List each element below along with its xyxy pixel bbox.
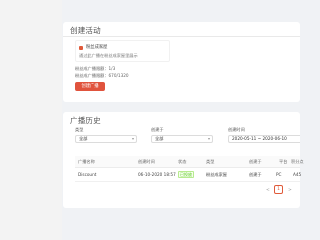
broadcast-history-card: 广播历史 类型 全部 ▾ 创建于 全部 ▾ 创建时间 2020-05-11 ~ …: [63, 112, 304, 208]
type-filter-value: 全部: [79, 136, 88, 141]
column-header: 平台: [279, 159, 288, 164]
time-filter-label: 创建时间: [228, 127, 245, 132]
history-section-title: 广播历史: [70, 116, 101, 125]
table-header: 广播名称 创建时间 状态 类型 创建于 平台 积分点: [75, 156, 304, 168]
pagination-next-button[interactable]: >: [288, 188, 292, 193]
type-filter-label: 类型: [75, 127, 84, 132]
column-header: 积分点: [291, 159, 304, 164]
column-header: 广播名称: [78, 159, 95, 164]
time-range-value: 2020-05-11 ~ 2020-06-10: [232, 136, 287, 141]
campaign-name: 粉丝成家屋: [86, 45, 108, 50]
creator-filter-value: 全部: [155, 136, 164, 141]
create-activity-card: 创建活动 粉丝成家屋 通过此广播在粉丝成家屋里展示 粉丝成广播限额：1/3 粉丝…: [63, 22, 300, 102]
creator-filter-label: 创建于: [151, 127, 164, 132]
time-range-picker[interactable]: 2020-05-11 ~ 2020-06-10: [228, 135, 300, 143]
column-header: 状态: [178, 159, 187, 164]
column-header: 创建于: [249, 159, 262, 164]
limit-line-2: 粉丝成广播限额：670/1320: [75, 73, 129, 78]
broadcast-name-cell: Discount: [78, 172, 97, 177]
status-badge: 已投放: [178, 171, 194, 178]
pagination-current-page[interactable]: 1: [274, 185, 283, 194]
divider: [63, 36, 300, 37]
created-in-cell: 创建于: [249, 172, 262, 177]
type-cell: 粉丝成家屋: [206, 172, 227, 177]
campaign-description: 通过此广播在粉丝成家屋里展示: [79, 53, 138, 58]
campaign-type-icon: [79, 46, 83, 50]
pagination-prev-button[interactable]: <: [266, 188, 270, 193]
chevron-down-icon: ▾: [207, 136, 210, 141]
creator-filter-select[interactable]: 全部 ▾: [151, 135, 213, 143]
limit-line-1: 粉丝成广播限额：1/3: [75, 66, 116, 71]
create-broadcast-button[interactable]: 创建广播: [75, 82, 105, 91]
platform-cell: PC: [276, 172, 282, 177]
chevron-down-icon: ▾: [131, 136, 134, 141]
points-cell: A45: [293, 172, 302, 177]
table-row[interactable]: Discount 06-10-2020 18:57 已投放 粉丝成家屋 创建于 …: [75, 168, 302, 182]
created-time-cell: 06-10-2020 18:57: [138, 172, 176, 177]
create-section-title: 创建活动: [70, 26, 101, 35]
column-header: 创建时间: [138, 159, 155, 164]
left-sidebar-area: [0, 0, 62, 240]
column-header: 类型: [206, 159, 215, 164]
type-filter-select[interactable]: 全部 ▾: [75, 135, 137, 143]
campaign-option[interactable]: 粉丝成家屋 通过此广播在粉丝成家屋里展示: [75, 40, 170, 62]
